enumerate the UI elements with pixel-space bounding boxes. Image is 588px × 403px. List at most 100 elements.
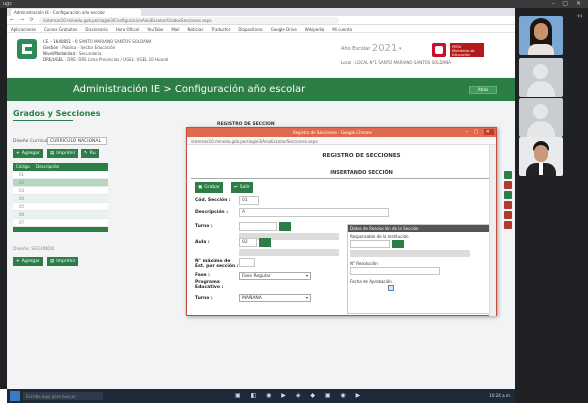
table-row[interactable]: 03 [13,187,108,195]
close-icon[interactable]: ✕ [483,129,494,135]
salir-button[interactable]: ↩ Salir [231,182,253,193]
nro-resolucion-input[interactable] [350,267,440,275]
institution-line-key: Nivel/Modalidad : [43,51,78,56]
table-row[interactable]: 06 [13,211,108,219]
bookmark-item[interactable]: Mi cuenta [332,27,352,32]
avatar-head-icon [533,104,548,119]
ministry-logo: PERÚ Ministerio de Educación [450,43,484,57]
bookmark-item[interactable]: Aplicaciones [11,27,36,32]
institution-line-value: SANTO MARIANO SANTOS SOLDANA [78,39,152,44]
address-bar: ← → ⟳ ⌂ sistemas10.minedu.gob.pe/siagie3… [7,16,515,25]
local-value: LOCAL N°1 SANTO MARIANO SANTOS SOLDANA [355,60,451,65]
table-row[interactable]: 04 [13,195,108,203]
participant-tile-woman[interactable] [519,16,563,55]
section-title: Grados y Secciones [13,109,101,118]
descripcion-input[interactable]: A [239,208,389,217]
tab-bar: Administración IE - Configuración año es… [7,8,515,16]
responsable-input[interactable] [350,240,390,248]
periodo-selector[interactable]: Año Escolar 2021 ▾ [341,43,401,54]
bookmark-item[interactable]: Diccionario [85,27,107,32]
delete-icon[interactable] [504,211,512,219]
edit-icon[interactable] [504,171,512,179]
salir-label: Salir [239,185,250,190]
tab-active[interactable]: Administración IE - Configuración año es… [11,9,141,16]
disenio2-label: Diseño: SEGUNDO [13,247,55,252]
aula-display [239,249,339,256]
fase-label: Fase : [195,273,210,278]
agregar-button-2[interactable]: + Agregar [13,257,43,266]
table-row[interactable]: 05 [13,203,108,211]
plus-icon: + [16,259,20,264]
col-header-descripcion: Descripción [36,164,60,169]
taskbar-app-icons[interactable]: ▣ ◧ ◉ ▶ ◈ ◆ ▣ ◉ ▶ [235,392,364,399]
back-button[interactable]: Atrás [469,86,497,94]
participant-tile-avatar-2[interactable] [519,98,563,137]
popup-subheading: INSERTANDO SECCIÓN [330,170,393,176]
grabar-label: Grabar [204,185,220,190]
turno-input[interactable] [239,222,277,231]
bookmark-item[interactable]: Google Drive [271,27,297,32]
row-action-icons [504,171,512,231]
grabar-button[interactable]: ▣ Grabar [195,182,223,193]
cod-seccion-input[interactable]: 01 [239,196,259,205]
meeting-left-strip [0,8,7,389]
avatar-body-icon [527,121,555,137]
descripcion-label: Descripción : [195,210,228,215]
imprimir-label-2: Imprimir [56,259,76,264]
nro-max-label: N° máximo de Est. por sección : [195,259,239,269]
ministry-line2: Ministerio de Educación [452,49,475,57]
table-body: 01 02 03 04 05 06 07 [13,171,108,227]
url-input[interactable]: sistemas10.minedu.gob.pe/siagie3/Configu… [39,17,339,24]
nro-resolucion-label: N° Resolución [350,261,378,266]
bookmark-item[interactable]: Wikipedia [305,27,325,32]
table-footer [13,227,108,232]
imprimir-button[interactable]: ▤ Imprimir [47,149,79,158]
table-row[interactable]: 07 [13,219,108,227]
edit-icon[interactable] [504,191,512,199]
nro-max-input[interactable] [239,258,255,267]
bookmark-item[interactable]: Hora Oficial [116,27,139,32]
participant-tile-avatar-1[interactable] [519,58,563,97]
popup-title: Registro de Secciones - Google Chrome [293,130,372,135]
imprimir-button-2[interactable]: ▤ Imprimir [47,257,79,266]
turno2-select[interactable]: MAÑANA ▾ [239,294,311,302]
delete-icon[interactable] [504,201,512,209]
collapse-panel-icon[interactable]: ‹‹ [577,12,583,20]
programa-label: Programa Educativo : [195,280,224,290]
bookmark-item[interactable]: Mail [171,27,179,32]
bookmark-item[interactable]: Diapositivas [238,27,262,32]
bookmark-item[interactable]: Noticias [187,27,203,32]
avatar-body-icon [527,81,555,97]
aula-lookup-button[interactable] [259,238,271,247]
popup-scrollbar[interactable] [489,145,496,316]
institution-line-key: I.E. - 1640851 - 0 [43,39,78,44]
taskbar-search-input[interactable]: Escribe aquí para buscar [23,392,103,400]
popup-window-controls[interactable]: – ▢ ✕ [465,129,494,135]
window-controls[interactable]: – ▢ ✕ [551,0,584,7]
responsable-lookup-button[interactable] [392,240,404,248]
popup-address-bar[interactable]: sistemas10.minedu.gob.pe/siagie3/AnioEsc… [187,137,496,145]
fase-select[interactable]: Fase Regular ▾ [239,272,311,280]
save-icon: ▣ [198,185,203,190]
table-row[interactable]: 01 [13,171,108,179]
delete-icon[interactable] [504,221,512,229]
ruta-button[interactable]: ↖ Ru [81,149,99,158]
bookmark-item[interactable]: YouTube [147,27,163,32]
turno-lookup-button[interactable] [279,222,291,231]
os-taskbar: Escribe aquí para buscar ▣ ◧ ◉ ▶ ◈ ◆ ▣ ◉… [7,389,515,403]
col-header-codigo: Código [16,164,30,169]
calendar-icon[interactable] [388,285,394,291]
participant-shirt [528,44,554,55]
aula-input[interactable]: 02 [239,238,257,247]
table-row[interactable]: 02 [13,179,108,187]
agregar-button[interactable]: + Agregar [13,149,43,158]
participant-face [534,145,548,162]
windows-start-icon[interactable] [10,391,20,401]
participant-tile-man[interactable] [519,137,563,176]
popup-divider [191,178,493,179]
delete-icon[interactable] [504,181,512,189]
disenio-select[interactable]: CURRICULO NACIONAL [47,137,107,145]
bookmark-item[interactable]: Cursos Gratuitos [44,27,77,32]
turno-label: Turno : [195,224,213,229]
bookmark-item[interactable]: Traductor [211,27,230,32]
